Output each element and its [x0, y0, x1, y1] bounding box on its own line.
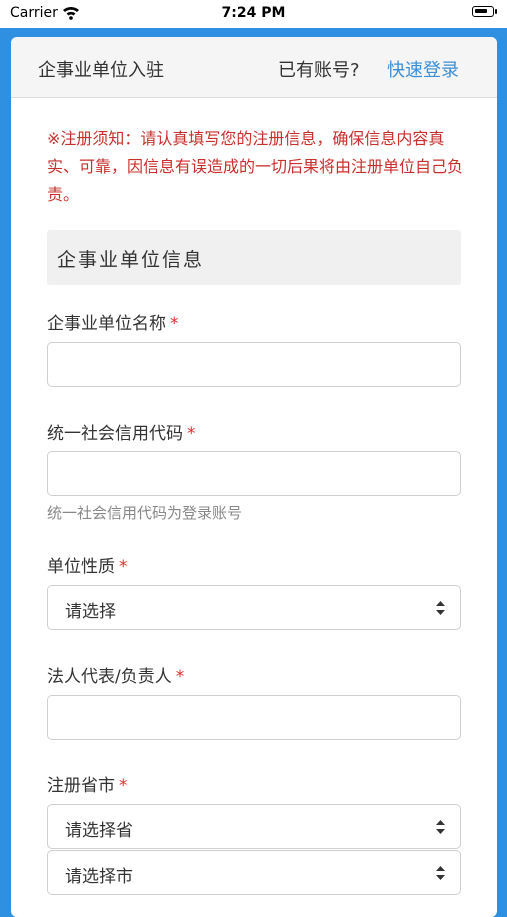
required-mark: *	[119, 557, 128, 577]
credit-code-label: 统一社会信用代码 *	[47, 419, 196, 444]
credit-code-help: 统一社会信用代码为登录账号	[47, 504, 243, 522]
battery-cap	[495, 9, 497, 14]
credit-code-label-text: 统一社会信用代码	[47, 424, 183, 444]
city-selected: 请选择市	[65, 867, 133, 887]
select-arrows-icon	[436, 601, 445, 615]
org-name-input[interactable]	[47, 342, 461, 387]
registration-card: 企事业单位入驻 已有账号? 快速登录 ※注册须知：请认真填写您的注册信息，确保信…	[11, 37, 497, 917]
section-title: 企事业单位信息	[57, 249, 205, 271]
page-title: 企事业单位入驻	[38, 60, 164, 81]
city-select[interactable]: 请选择市	[47, 850, 461, 895]
province-select[interactable]: 请选择省	[47, 804, 461, 849]
org-type-select[interactable]: 请选择	[47, 585, 461, 630]
have-account-text: 已有账号?	[278, 60, 360, 81]
org-type-selected: 请选择	[65, 602, 116, 622]
credit-code-input[interactable]	[47, 451, 461, 496]
section-header: 企事业单位信息	[47, 230, 461, 285]
legal-rep-label: 法人代表/负责人 *	[47, 662, 184, 687]
required-mark: *	[175, 667, 185, 687]
legal-rep-input[interactable]	[47, 695, 461, 740]
org-name-label: 企事业单位名称 *	[47, 309, 179, 334]
region-label-text: 注册省市	[47, 776, 115, 796]
required-mark: *	[119, 776, 128, 796]
status-bar: Carrier 7:24 PM	[0, 0, 507, 28]
battery-icon	[472, 6, 494, 17]
select-arrows-icon	[436, 820, 445, 834]
org-type-label-text: 单位性质	[47, 557, 115, 577]
org-name-label-text: 企事业单位名称	[47, 314, 166, 334]
legal-rep-label-text: 法人代表/负责人	[47, 667, 172, 687]
select-arrows-icon	[436, 866, 445, 880]
org-type-label: 单位性质 *	[47, 552, 128, 577]
card-header: 企事业单位入驻 已有账号? 快速登录	[11, 37, 497, 98]
required-mark: *	[187, 424, 196, 444]
required-mark: *	[170, 314, 179, 334]
quick-login-link[interactable]: 快速登录	[387, 56, 459, 82]
region-label: 注册省市 *	[47, 771, 128, 796]
clock: 7:24 PM	[221, 5, 286, 21]
province-selected: 请选择省	[65, 821, 133, 841]
registration-notice: ※注册须知：请认真填写您的注册信息，确保信息内容真实、可靠，因信息有误造成的一切…	[47, 129, 464, 204]
